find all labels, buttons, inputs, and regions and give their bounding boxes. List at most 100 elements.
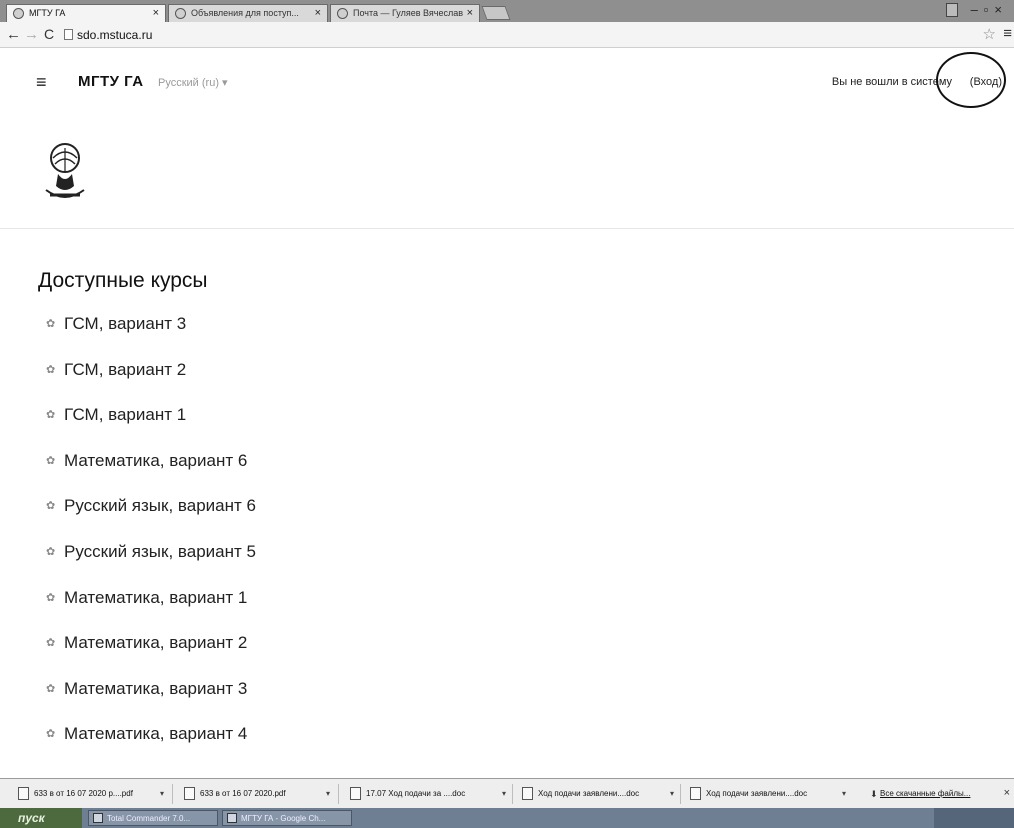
- course-list: ✿ ГСМ, вариант 3 ✿ ГСМ, вариант 2 ✿ ГСМ, ва…: [46, 311, 646, 767]
- course-link[interactable]: Математика, вариант 4: [64, 724, 247, 744]
- handdrawn-circle-annotation: [936, 52, 1006, 108]
- course-icon: ✿: [46, 637, 56, 650]
- app-icon: [93, 813, 103, 823]
- download-item[interactable]: Ход подачи заявлени....doc ▾: [518, 784, 674, 804]
- download-filename: 633 в от 16 07 2020.pdf: [200, 789, 286, 798]
- site-favicon-icon: [13, 8, 24, 19]
- course-link[interactable]: Русский язык, вариант 6: [64, 496, 256, 516]
- list-item[interactable]: ✿ Математика, вариант 6: [46, 448, 646, 494]
- download-filename: 633 в от 16 07 2020 р....pdf: [34, 789, 133, 798]
- divider: [680, 784, 681, 804]
- list-item[interactable]: ✿ Математика, вариант 3: [46, 676, 646, 722]
- course-link[interactable]: Математика, вариант 3: [64, 679, 247, 699]
- user-profile-icon[interactable]: [946, 3, 958, 17]
- forward-arrow-icon[interactable]: →: [24, 26, 39, 43]
- url-field[interactable]: sdo.mstuca.ru: [77, 28, 152, 42]
- tab-title: Почта — Гуляев Вячеслав: [353, 8, 463, 18]
- doc-file-icon: [522, 787, 533, 800]
- browser-tab-strip: МГТУ ГА × Объявления для поступ... × Поч…: [0, 0, 1014, 22]
- site-name-link[interactable]: МГТУ ГА: [78, 73, 144, 90]
- course-link[interactable]: ГСМ, вариант 1: [64, 405, 186, 425]
- course-link[interactable]: ГСМ, вариант 3: [64, 314, 186, 334]
- window-controls[interactable]: –▫×: [971, 2, 1008, 17]
- site-navbar: ≡ МГТУ ГА Русский (ru) ▾ Вы не вошли в с…: [0, 48, 1014, 114]
- course-icon: ✿: [46, 454, 56, 467]
- browser-menu-icon[interactable]: ≡: [1003, 25, 1012, 42]
- tab-title: МГТУ ГА: [29, 8, 66, 18]
- close-icon[interactable]: ×: [1004, 787, 1010, 799]
- system-tray: [934, 808, 1014, 828]
- pdf-file-icon: [18, 787, 29, 800]
- header-divider: [0, 228, 1014, 229]
- page-icon: [64, 29, 73, 40]
- tab-mail[interactable]: Почта — Гуляев Вячеслав ×: [330, 4, 480, 22]
- start-button[interactable]: пуск: [0, 808, 82, 828]
- download-filename: 17.07 Ход подачи за ....doc: [366, 789, 466, 798]
- taskbar-item-chrome[interactable]: МГТУ ГА - Google Ch...: [222, 810, 352, 826]
- course-icon: ✿: [46, 682, 56, 695]
- chrome-icon: [227, 813, 237, 823]
- tab-title: Объявления для поступ...: [191, 8, 299, 18]
- mail-favicon-icon: [337, 8, 348, 19]
- address-bar: ← → C sdo.mstuca.ru ☆ ≡: [0, 22, 1014, 48]
- chevron-down-icon[interactable]: ▾: [842, 789, 846, 798]
- taskbar-item-total-commander[interactable]: Total Commander 7.0...: [88, 810, 218, 826]
- pdf-file-icon: [184, 787, 195, 800]
- course-link[interactable]: Математика, вариант 6: [64, 451, 247, 471]
- list-item[interactable]: ✿ Математика, вариант 4: [46, 721, 646, 767]
- chevron-down-icon[interactable]: ▾: [670, 789, 674, 798]
- download-arrow-icon: ⬇: [870, 789, 878, 799]
- close-icon[interactable]: ×: [467, 7, 473, 19]
- new-tab-button[interactable]: [481, 6, 511, 20]
- language-selector[interactable]: Русский (ru) ▾: [158, 76, 228, 89]
- download-filename: Ход подачи заявлени....doc: [538, 789, 640, 798]
- tab-announcements[interactable]: Объявления для поступ... ×: [168, 4, 328, 22]
- os-taskbar: пуск Total Commander 7.0... МГТУ ГА - Go…: [0, 808, 1014, 828]
- course-link[interactable]: Математика, вариант 1: [64, 588, 247, 608]
- chevron-down-icon[interactable]: ▾: [326, 789, 330, 798]
- doc-file-icon: [690, 787, 701, 800]
- divider: [172, 784, 173, 804]
- list-item[interactable]: ✿ Русский язык, вариант 5: [46, 539, 646, 585]
- course-icon: ✿: [46, 318, 56, 330]
- doc-file-icon: [350, 787, 361, 800]
- close-icon[interactable]: ×: [153, 7, 159, 19]
- hamburger-menu-icon[interactable]: ≡: [36, 72, 47, 93]
- reload-icon[interactable]: C: [44, 26, 54, 42]
- list-item[interactable]: ✿ Математика, вариант 1: [46, 585, 646, 631]
- divider: [338, 784, 339, 804]
- login-status-text: Вы не вошли в систему: [831, 76, 952, 88]
- list-item[interactable]: ✿ ГСМ, вариант 2: [46, 357, 646, 403]
- available-courses-heading: Доступные курсы: [38, 269, 208, 292]
- site-favicon-icon: [175, 8, 186, 19]
- chevron-down-icon[interactable]: ▾: [502, 789, 506, 798]
- show-all-downloads-link[interactable]: Все скачанные файлы...: [880, 789, 970, 798]
- download-item[interactable]: 633 в от 16 07 2020.pdf ▾: [180, 784, 330, 804]
- downloads-bar: 633 в от 16 07 2020 р....pdf ▾ 633 в от …: [0, 778, 1014, 808]
- download-item[interactable]: Ход подачи заявлени....doc ▾: [686, 784, 846, 804]
- course-link[interactable]: Математика, вариант 2: [64, 633, 247, 653]
- taskbar-item-label: Total Commander 7.0...: [107, 814, 191, 823]
- course-link[interactable]: Русский язык, вариант 5: [64, 542, 256, 562]
- university-logo: [45, 143, 85, 198]
- course-icon: ✿: [46, 728, 56, 741]
- course-icon: ✿: [46, 363, 56, 376]
- course-icon: ✿: [46, 500, 56, 513]
- taskbar-item-label: МГТУ ГА - Google Ch...: [241, 814, 326, 823]
- download-item[interactable]: 17.07 Ход подачи за ....doc ▾: [346, 784, 506, 804]
- chevron-down-icon[interactable]: ▾: [160, 789, 164, 798]
- download-item[interactable]: 633 в от 16 07 2020 р....pdf ▾: [14, 784, 164, 804]
- list-item[interactable]: ✿ Математика, вариант 2: [46, 630, 646, 676]
- course-icon: ✿: [46, 409, 56, 422]
- download-filename: Ход подачи заявлени....doc: [706, 789, 808, 798]
- close-icon[interactable]: ×: [315, 7, 321, 19]
- course-icon: ✿: [46, 545, 56, 558]
- bookmark-star-icon[interactable]: ☆: [983, 25, 996, 43]
- back-arrow-icon[interactable]: ←: [6, 26, 21, 43]
- list-item[interactable]: ✿ ГСМ, вариант 1: [46, 402, 646, 448]
- course-link[interactable]: ГСМ, вариант 2: [64, 360, 186, 380]
- divider: [512, 784, 513, 804]
- list-item[interactable]: ✿ Русский язык, вариант 6: [46, 493, 646, 539]
- tab-mgtu[interactable]: МГТУ ГА ×: [6, 4, 166, 22]
- list-item[interactable]: ✿ ГСМ, вариант 3: [46, 311, 646, 357]
